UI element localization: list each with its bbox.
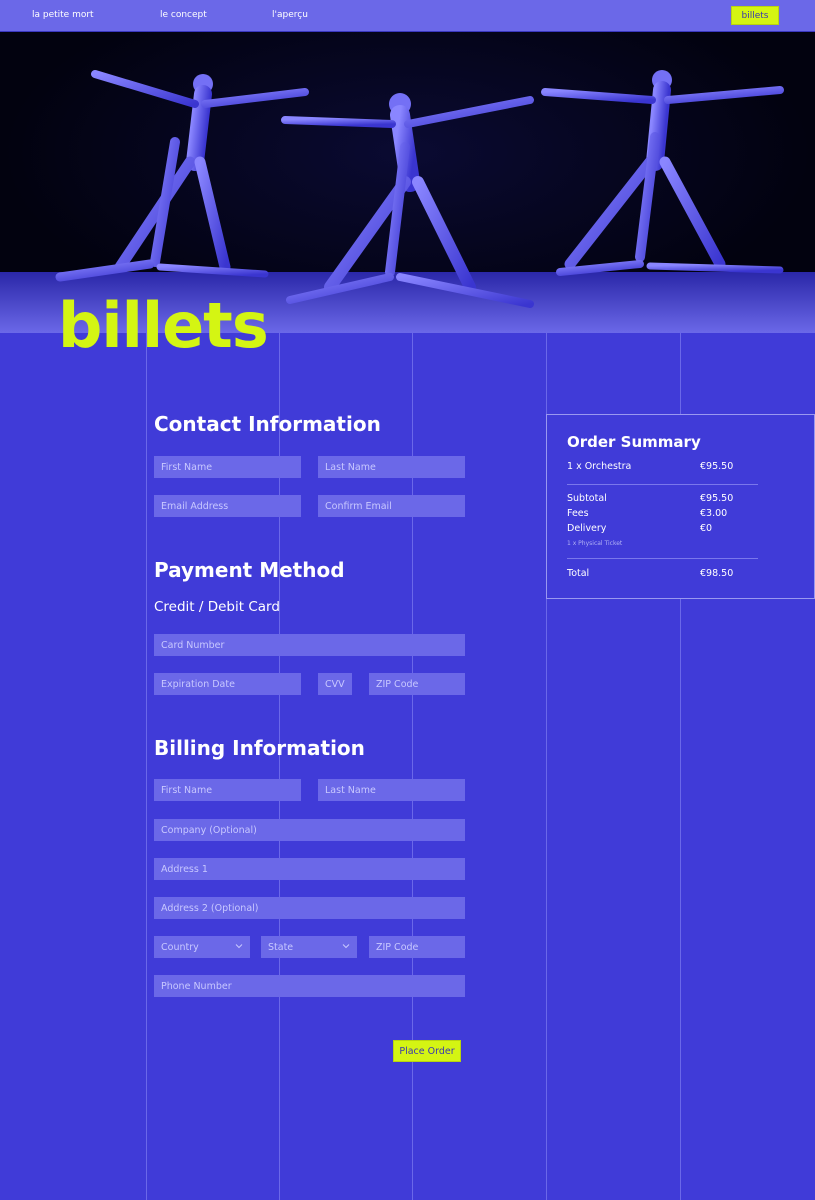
delivery-note: 1 x Physical Ticket bbox=[567, 540, 623, 547]
summary-item-label: 1 x Orchestra bbox=[567, 461, 632, 472]
page-title: billets bbox=[58, 289, 269, 362]
contact-last-name-field[interactable]: Last Name bbox=[318, 456, 465, 478]
summary-item-value: €95.50 bbox=[700, 461, 734, 472]
billing-section-title: Billing Information bbox=[154, 736, 365, 760]
email-field[interactable]: Email Address bbox=[154, 495, 301, 517]
expiration-date-field[interactable]: Expiration Date bbox=[154, 673, 301, 695]
contact-first-name-field[interactable]: First Name bbox=[154, 456, 301, 478]
billing-zip-field[interactable]: ZIP Code bbox=[369, 936, 465, 958]
country-select-label: Country bbox=[161, 941, 199, 953]
billets-nav-button[interactable]: billets bbox=[731, 6, 779, 25]
dancers-illustration bbox=[0, 70, 815, 333]
contact-section-title: Contact Information bbox=[154, 412, 381, 436]
summary-divider bbox=[567, 558, 758, 559]
payment-method-label: Credit / Debit Card bbox=[154, 599, 280, 615]
fees-label: Fees bbox=[567, 508, 589, 519]
billing-last-name-field[interactable]: Last Name bbox=[318, 779, 465, 801]
nav-link-la-petite-mort[interactable]: la petite mort bbox=[32, 10, 94, 20]
cvv-field[interactable]: CVV bbox=[318, 673, 352, 695]
phone-field[interactable]: Phone Number bbox=[154, 975, 465, 997]
subtotal-label: Subtotal bbox=[567, 493, 607, 504]
top-nav: la petite mort le concept l'aperçu bille… bbox=[0, 0, 815, 32]
total-value: €98.50 bbox=[700, 568, 734, 579]
nav-link-apercu[interactable]: l'aperçu bbox=[272, 10, 308, 20]
summary-divider bbox=[567, 484, 758, 485]
nav-link-le-concept[interactable]: le concept bbox=[160, 10, 207, 20]
country-select[interactable]: Country bbox=[154, 936, 250, 958]
delivery-value: €0 bbox=[700, 523, 713, 534]
total-label: Total bbox=[567, 568, 590, 579]
place-order-button[interactable]: Place Order bbox=[393, 1040, 461, 1062]
confirm-email-field[interactable]: Confirm Email bbox=[318, 495, 465, 517]
address2-field[interactable]: Address 2 (Optional) bbox=[154, 897, 465, 919]
payment-section-title: Payment Method bbox=[154, 558, 345, 582]
chevron-down-icon bbox=[342, 944, 350, 949]
state-select-label: State bbox=[268, 941, 294, 953]
billing-first-name-field[interactable]: First Name bbox=[154, 779, 301, 801]
hero-image bbox=[0, 32, 815, 333]
order-summary-panel: Order Summary 1 x Orchestra €95.50 Subto… bbox=[546, 414, 815, 599]
delivery-label: Delivery bbox=[567, 523, 607, 534]
payment-zip-field[interactable]: ZIP Code bbox=[369, 673, 465, 695]
company-field[interactable]: Company (Optional) bbox=[154, 819, 465, 841]
order-summary-title: Order Summary bbox=[567, 433, 701, 451]
chevron-down-icon bbox=[235, 944, 243, 949]
fees-value: €3.00 bbox=[700, 508, 728, 519]
grid-line bbox=[146, 333, 147, 1200]
address1-field[interactable]: Address 1 bbox=[154, 858, 465, 880]
subtotal-value: €95.50 bbox=[700, 493, 734, 504]
state-select[interactable]: State bbox=[261, 936, 357, 958]
card-number-field[interactable]: Card Number bbox=[154, 634, 465, 656]
